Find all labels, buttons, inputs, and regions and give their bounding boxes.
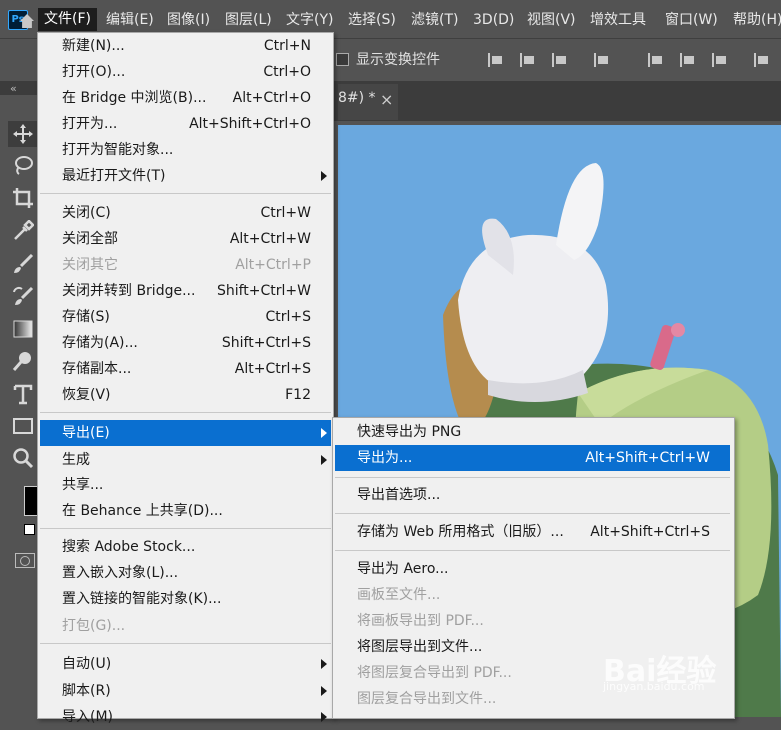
rectangle-tool-icon[interactable] [12,415,34,437]
menu-item-automate[interactable]: 自动(U) [40,651,331,677]
menu-item-share-behance[interactable]: 在 Behance 上共享(D)... [40,498,331,524]
submenu-arrow-icon [321,455,327,465]
submenu-item-export-aero[interactable]: 导出为 Aero... [335,556,730,582]
menu-item-recent[interactable]: 最近打开文件(T) [40,163,331,189]
brush-tool-icon[interactable] [12,253,34,275]
menu-item-package: 打包(G)... [62,618,126,634]
type-tool-icon[interactable] [12,383,34,405]
file-menu: 新建(N)... Ctrl+N 打开(O)... Ctrl+O 在 Bridge 中… [37,32,334,725]
menu-item-revert[interactable]: 恢复(V) F12 [40,382,331,408]
menu-window[interactable]: 窗口(W) [665,9,718,31]
menu-item-save-as[interactable]: 存储为(A)... Shift+Ctrl+S [40,330,331,356]
submenu-item-export-as[interactable]: 导出为... Alt+Shift+Ctrl+W [335,445,730,471]
menu-item-close[interactable]: 关闭(C) Ctrl+W [40,200,331,226]
history-brush-tool-icon[interactable] [12,286,34,308]
menu-item-place-embedded[interactable]: 置入嵌入对象(L)... [40,560,331,586]
menu-item-place-linked[interactable]: 置入链接的智能对象(K)... [40,586,331,612]
align-top-icon[interactable] [648,52,666,68]
gradient-tool-icon[interactable] [12,318,34,340]
submenu-arrow-icon [321,659,327,669]
submenu-item-save-for-web[interactable]: 存储为 Web 所用格式（旧版）... Alt+Shift+Ctrl+S [335,519,730,545]
show-transform-checkbox[interactable] [336,53,349,66]
menu-view[interactable]: 视图(V) [527,9,576,31]
menu-item-close-all[interactable]: 关闭全部 Alt+Ctrl+W [40,226,331,252]
menu-item-scripts[interactable]: 脚本(R) [40,678,331,704]
menu-item-close-go-bridge[interactable]: 关闭并转到 Bridge... Shift+Ctrl+W [40,278,331,304]
menu-separator [40,193,331,194]
collapse-panel-icon[interactable]: « [10,82,17,95]
menu-filter[interactable]: 滤镜(T) [411,9,458,31]
crop-tool-icon[interactable] [12,187,34,209]
document-tab-title: 8#) * [338,90,376,106]
menu-help[interactable]: 帮助(H) [733,9,781,31]
quick-mask-icon[interactable] [15,553,35,568]
menu-separator [335,513,730,514]
dodge-tool-icon[interactable] [12,350,34,372]
menu-select[interactable]: 选择(S) [348,9,396,31]
menu-3d[interactable]: 3D(D) [473,9,514,31]
submenu-arrow-icon [321,428,327,438]
lasso-tool-icon[interactable] [12,154,34,176]
submenu-arrow-icon [321,712,327,722]
eyedropper-tool-icon[interactable] [12,219,35,242]
menu-item-close-others: 关闭其它 Alt+Ctrl+P [62,257,311,273]
align-middle-icon[interactable] [680,52,698,68]
menu-image[interactable]: 图像(I) [167,9,210,31]
submenu-item-export-preferences[interactable]: 导出首选项... [335,482,730,508]
menu-item-open-as[interactable]: 打开为... Alt+Shift+Ctrl+O [40,111,331,137]
zoom-tool-icon[interactable] [12,447,34,469]
align-right-icon[interactable] [552,52,570,68]
menu-item-save[interactable]: 存储(S) Ctrl+S [40,304,331,330]
menu-separator [335,550,730,551]
menu-item-browse-bridge[interactable]: 在 Bridge 中浏览(B)... Alt+Ctrl+O [40,85,331,111]
menu-item-new[interactable]: 新建(N)... Ctrl+N [40,33,331,59]
submenu-item-artboards-to-pdf: 将画板导出到 PDF... [357,613,484,629]
submenu-item-artboards-to-files: 画板至文件... [357,587,441,603]
align-left-icon[interactable] [488,52,506,68]
menu-item-open[interactable]: 打开(O)... Ctrl+O [40,59,331,85]
menu-separator [40,643,331,644]
menu-plugins[interactable]: 增效工具 [590,9,646,31]
menu-item-search-stock[interactable]: 搜索 Adobe Stock... [40,534,331,560]
show-transform-label: 显示变换控件 [356,52,440,68]
menu-separator [40,528,331,529]
menu-item-export[interactable]: 导出(E) [40,420,331,446]
menu-file[interactable]: 文件(F) [38,8,97,31]
close-tab-icon[interactable]: × [380,90,393,109]
baidu-watermark-url: jingyan.baidu.com [603,680,705,693]
submenu-arrow-icon [321,171,327,181]
menu-item-share[interactable]: 共享... [40,472,331,498]
menu-separator [40,412,331,413]
menu-separator [335,477,730,478]
menu-item-import[interactable]: 导入(M) [40,704,331,730]
distribute-icon[interactable] [594,52,612,68]
menu-item-save-copy[interactable]: 存储副本... Alt+Ctrl+S [40,356,331,382]
default-colors-icon[interactable] [24,524,35,535]
submenu-arrow-icon [321,686,327,696]
move-tool-icon[interactable] [8,121,38,147]
align-center-icon[interactable] [520,52,538,68]
align-bottom-icon[interactable] [712,52,730,68]
menu-edit[interactable]: 编辑(E) [106,9,154,31]
distribute-vertical-icon[interactable] [754,52,772,68]
submenu-item-quick-export-png[interactable]: 快速导出为 PNG [335,419,730,445]
menu-item-open-smart-object[interactable]: 打开为智能对象... [40,137,331,163]
menu-item-generate[interactable]: 生成 [40,447,331,473]
menu-type[interactable]: 文字(Y) [286,9,333,31]
menu-layer[interactable]: 图层(L) [225,9,272,31]
